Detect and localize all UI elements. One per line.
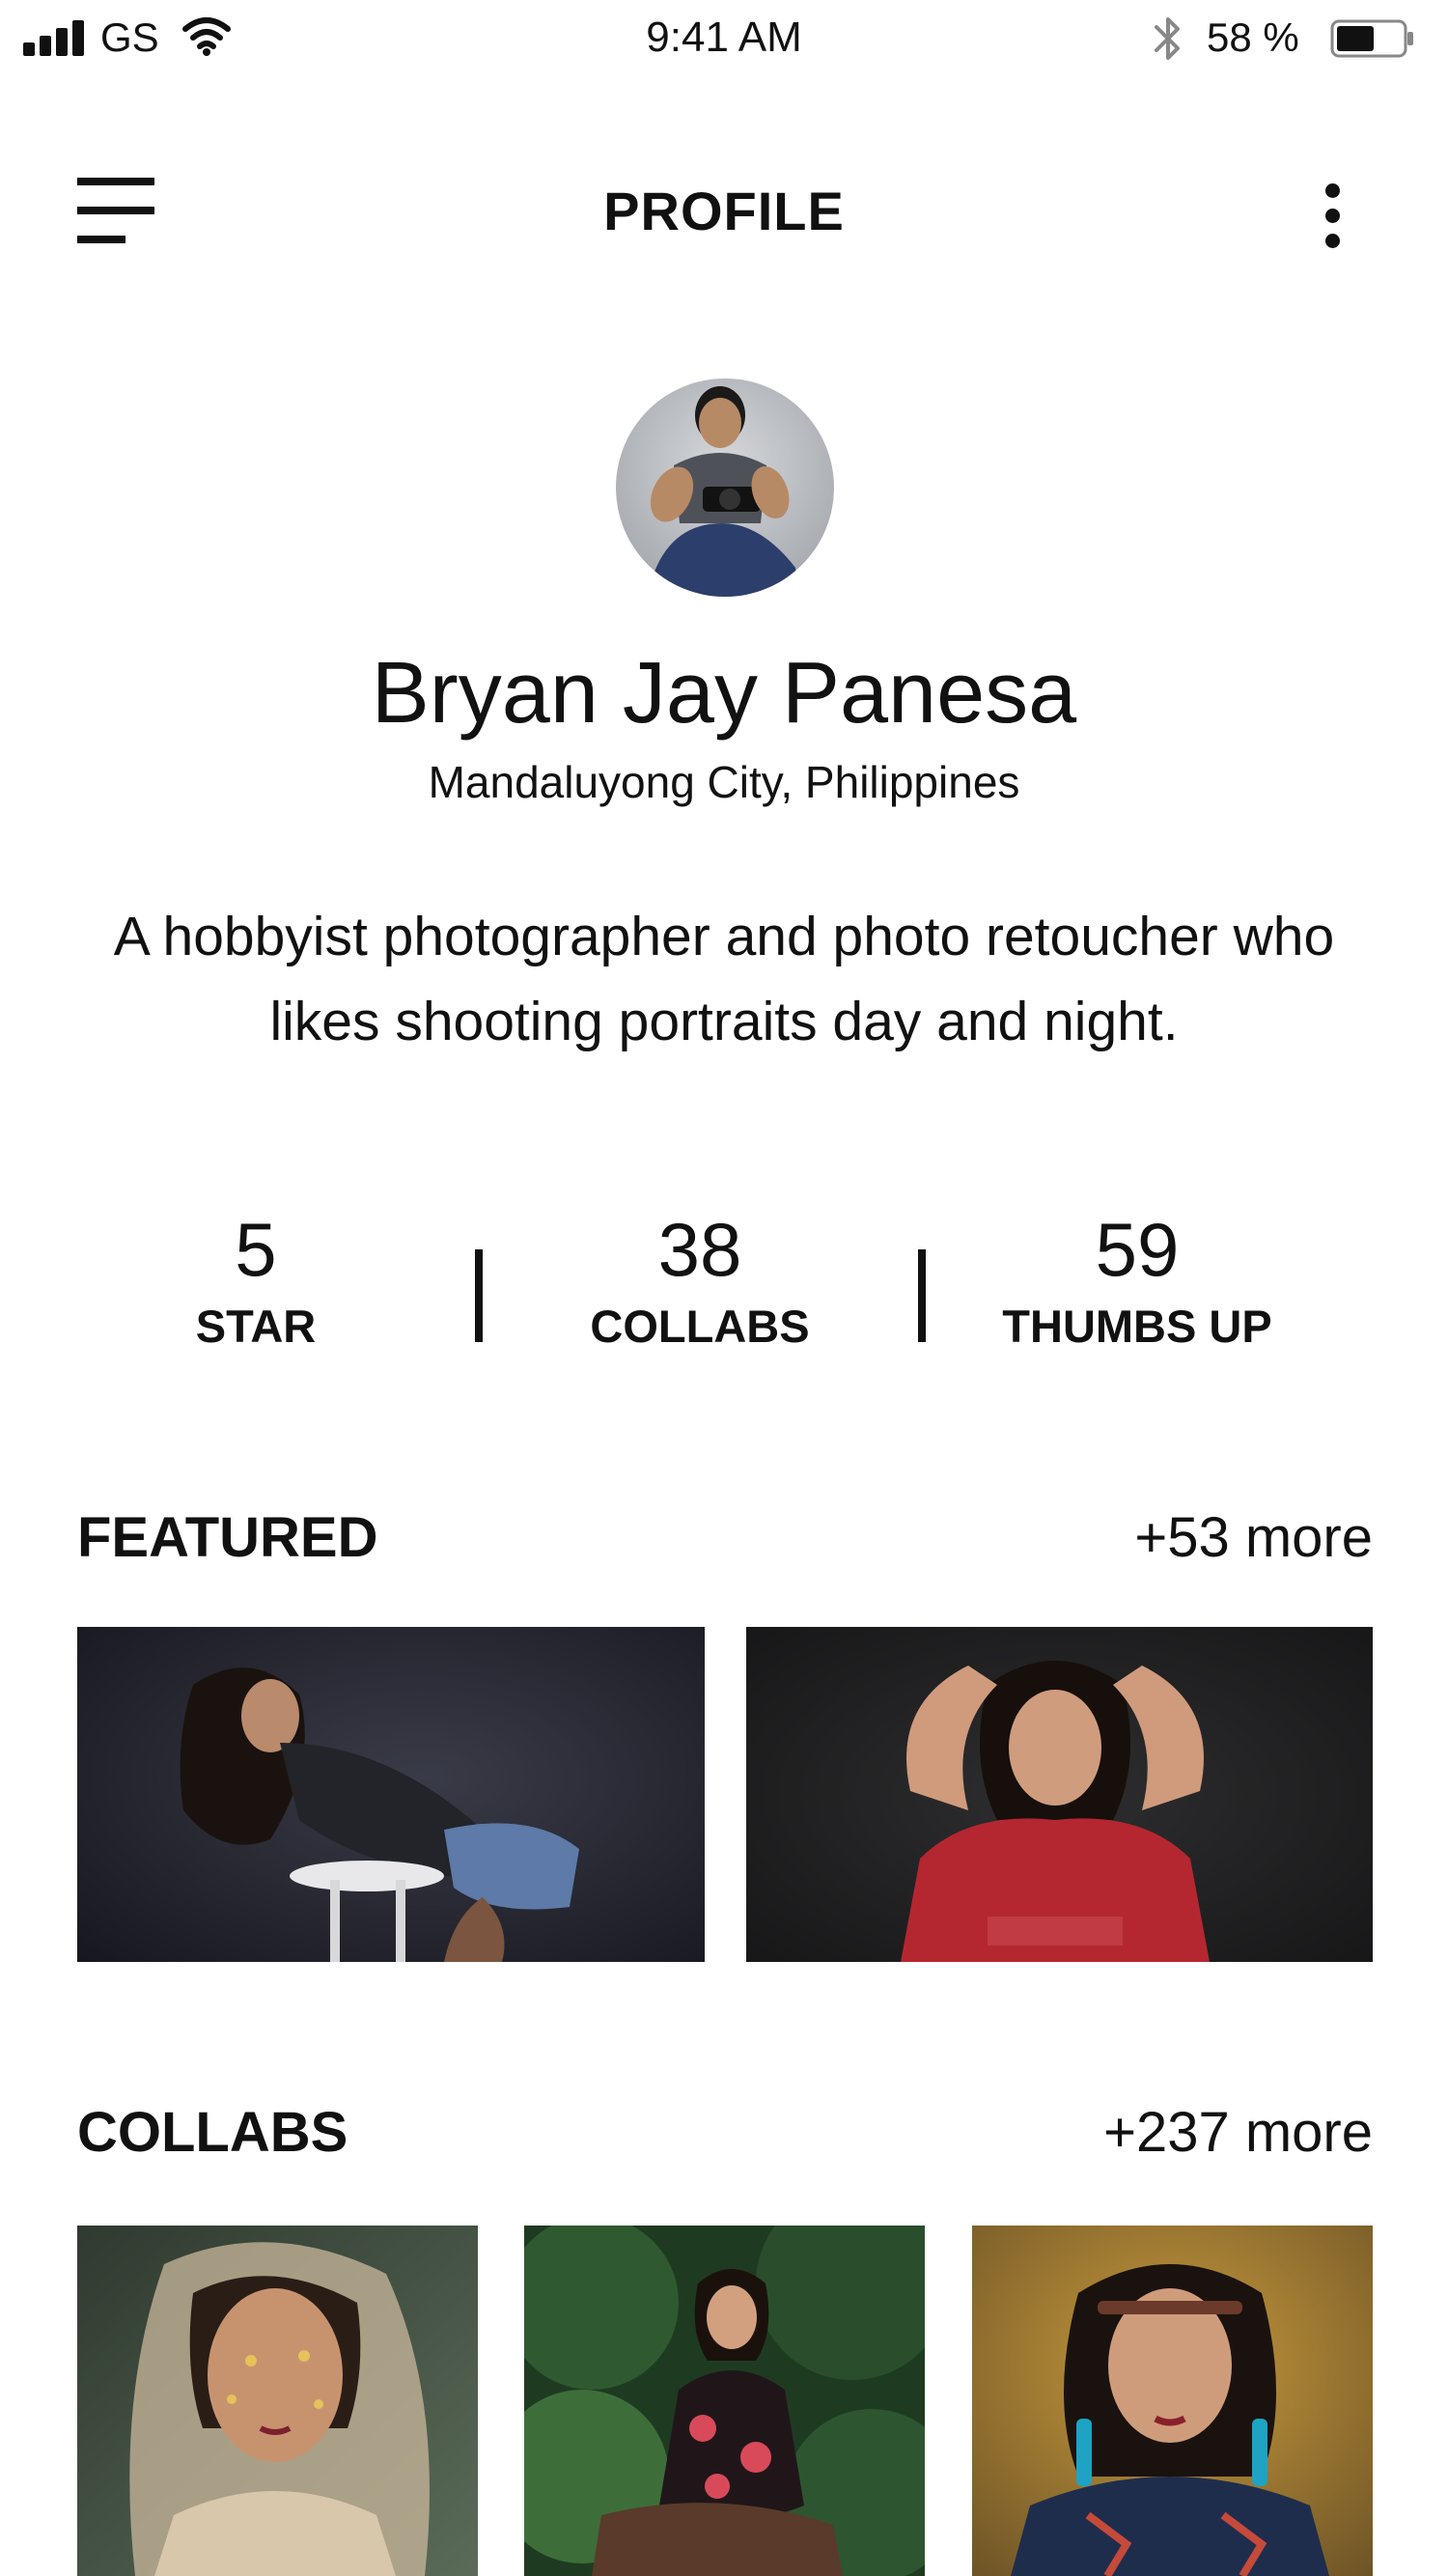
stat-divider <box>918 1249 926 1342</box>
featured-photo-2[interactable] <box>746 1627 1373 1962</box>
collabs-title: COLLABS <box>77 2101 348 2164</box>
profile-bio: A hobbyist photographer and photo retouc… <box>113 906 1335 1052</box>
featured-title: FEATURED <box>77 1506 378 1569</box>
page-title: PROFILE <box>603 181 845 241</box>
stat-thumbs-up[interactable]: 59 THUMBS UP <box>963 1205 1311 1356</box>
bluetooth-icon <box>1155 17 1180 60</box>
battery-fill <box>1337 26 1374 51</box>
stat-value: 5 <box>235 1207 277 1292</box>
stat-label: STAR <box>195 1301 317 1352</box>
featured-more-link[interactable]: +53 more <box>1134 1504 1373 1572</box>
stat-star[interactable]: 5 STAR <box>82 1205 430 1356</box>
more-options-button[interactable] <box>1309 174 1357 255</box>
stat-label: THUMBS UP <box>1002 1301 1272 1352</box>
featured-photo-1[interactable] <box>77 1627 705 1962</box>
profile-location: Mandaluyong City, Philippines <box>428 757 1020 807</box>
stat-label: COLLABS <box>590 1301 810 1352</box>
stat-divider <box>475 1249 483 1342</box>
avatar-photo <box>616 378 834 597</box>
avatar[interactable] <box>616 378 834 597</box>
stat-value: 38 <box>657 1207 742 1292</box>
stat-value: 59 <box>1095 1207 1180 1292</box>
battery-percentage: 58 % <box>1207 14 1299 60</box>
collab-photo-2[interactable] <box>524 2226 925 2576</box>
status-bar: GS 9:41 AM 58 % <box>0 0 1448 81</box>
collab-photo-3[interactable] <box>972 2226 1373 2576</box>
stat-collabs[interactable]: 38 COLLABS <box>526 1205 874 1356</box>
collabs-more-link[interactable]: +237 more <box>1103 2099 1373 2167</box>
collab-photo-1[interactable] <box>77 2226 478 2576</box>
profile-name: Bryan Jay Panesa <box>371 645 1077 742</box>
battery-icon <box>1330 19 1413 58</box>
